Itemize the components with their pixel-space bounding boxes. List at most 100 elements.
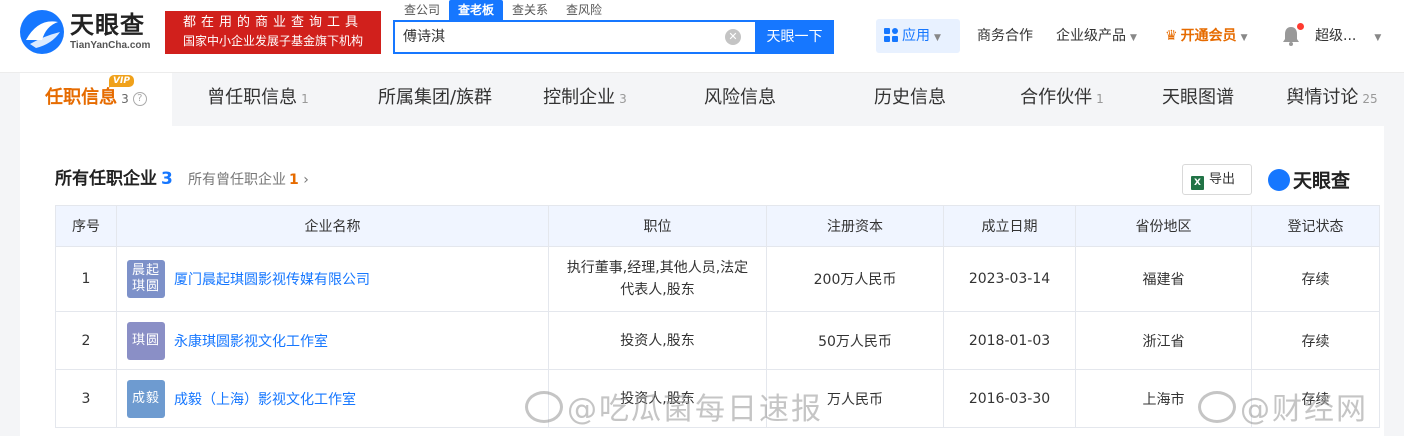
search-box: ✕	[393, 20, 755, 54]
cell-date: 2018-01-03	[943, 311, 1076, 370]
tab-count: 25	[1362, 92, 1378, 106]
col-header-index: 序号	[55, 205, 117, 247]
logo-domain: TianYanCha.com	[70, 40, 151, 51]
tab-current-positions[interactable]: 任职信息 3? VIP	[20, 73, 172, 126]
profile-tabs: 任职信息 3? VIP 曾任职信息 1 所属集团/族群 控制企业 3 风险信息 历史信…	[20, 73, 1384, 126]
chevron-down-icon: ▼	[1240, 33, 1248, 43]
slogan-line-1: 都在用的商业查询工具	[182, 15, 363, 30]
tab-graph[interactable]: 天眼图谱	[1146, 73, 1250, 126]
company-link[interactable]: 成毅（上海）影视文化工作室	[174, 389, 356, 409]
cell-region: 浙江省	[1075, 311, 1252, 370]
nav-vip-label: 开通会员	[1180, 28, 1237, 44]
section-count: 3	[161, 169, 173, 189]
cell-status: 存续	[1251, 311, 1380, 370]
tab-count: 1	[1096, 92, 1104, 106]
tab-label: 任职信息	[45, 87, 118, 108]
chevron-right-icon: ›	[298, 172, 309, 188]
tab-label: 天眼图谱	[1162, 87, 1234, 108]
cell-region: 上海市	[1075, 369, 1252, 428]
notification-dot	[1297, 23, 1304, 30]
nav-enterprise-products[interactable]: 企业级产品 ▼	[1056, 27, 1137, 47]
cell-index: 2	[55, 311, 117, 370]
top-header: 天眼查 TianYanCha.com 都在用的商业查询工具 国家中小企业发展子基…	[0, 0, 1404, 73]
col-header-company: 企业名称	[116, 205, 549, 247]
search-tab-relation[interactable]: 查关系	[503, 0, 557, 20]
apps-menu-button[interactable]: 应用 ▼	[876, 19, 960, 53]
chevron-down-icon: ▼	[1374, 33, 1382, 43]
cell-company: 琪圆 永康琪圆影视文化工作室	[116, 311, 549, 370]
user-name: 超级...	[1315, 28, 1357, 44]
tab-label: 曾任职信息	[207, 87, 298, 108]
col-header-region: 省份地区	[1075, 205, 1252, 247]
former-companies-link[interactable]: 所有曾任职企业 1 ›	[188, 171, 309, 189]
cell-capital: 万人民币	[766, 369, 944, 428]
search-input[interactable]	[403, 28, 703, 44]
table-row: 2 琪圆 永康琪圆影视文化工作室 投资人,股东 50万人民币 2018-01-03…	[55, 311, 1380, 370]
table-row: 3 成毅 成毅（上海）影视文化工作室 投资人,股东 万人民币 2016-03-30…	[55, 369, 1380, 428]
company-logo[interactable]: 琪圆	[127, 321, 165, 360]
export-label: 导出	[1209, 172, 1236, 187]
brand-watermark-logo: 天眼查	[1268, 166, 1350, 192]
search-tab-boss[interactable]: 查老板	[449, 0, 504, 20]
col-header-date: 成立日期	[943, 205, 1076, 247]
tab-former-positions[interactable]: 曾任职信息 1	[188, 73, 328, 126]
cell-capital: 50万人民币	[766, 311, 944, 370]
cell-position: 执行董事,经理,其他人员,法定代表人,股东	[548, 246, 767, 312]
cell-date: 2016-03-30	[943, 369, 1076, 428]
cell-company: 晨起琪圆 厦门晨起琪圆影视传媒有限公司	[116, 246, 549, 312]
sub-link-label: 所有曾任职企业	[188, 172, 286, 188]
clear-icon[interactable]: ✕	[725, 29, 741, 45]
tab-label: 控制企业	[543, 87, 616, 108]
cell-company: 成毅 成毅（上海）影视文化工作室	[116, 369, 549, 428]
tab-risk[interactable]: 风险信息	[688, 73, 792, 126]
nav-business[interactable]: 商务合作	[977, 27, 1033, 45]
company-logo[interactable]: 成毅	[127, 379, 165, 418]
tab-group[interactable]: 所属集团/族群	[360, 73, 510, 126]
search-tab-company[interactable]: 查公司	[395, 0, 449, 20]
table-header-row: 序号 企业名称 职位 注册资本 成立日期 省份地区 登记状态	[55, 205, 1380, 247]
search-button[interactable]: 天眼一下	[755, 20, 834, 54]
tab-partners[interactable]: 合作伙伴 1	[1012, 73, 1112, 126]
tab-sentiment[interactable]: 舆情讨论 25	[1280, 73, 1384, 126]
cell-index: 3	[55, 369, 117, 428]
tab-controlled-companies[interactable]: 控制企业 3	[530, 73, 640, 126]
tab-label: 所属集团/族群	[377, 87, 493, 108]
company-link[interactable]: 厦门晨起琪圆影视传媒有限公司	[174, 269, 370, 289]
tab-label: 合作伙伴	[1020, 87, 1093, 108]
tab-history[interactable]: 历史信息	[858, 73, 962, 126]
user-menu[interactable]: 超级... ▼	[1315, 27, 1381, 47]
company-link[interactable]: 永康琪圆影视文化工作室	[174, 331, 328, 351]
col-header-position: 职位	[548, 205, 767, 247]
crown-icon: ♛	[1165, 28, 1178, 44]
table-row: 1 晨起琪圆 厦门晨起琪圆影视传媒有限公司 执行董事,经理,其他人员,法定代表人,…	[55, 246, 1380, 312]
cell-status: 存续	[1251, 246, 1380, 312]
col-header-capital: 注册资本	[766, 205, 944, 247]
chevron-down-icon: ▼	[934, 33, 941, 43]
company-logo[interactable]: 晨起琪圆	[127, 260, 165, 298]
cell-region: 福建省	[1075, 246, 1252, 312]
slogan-banner: 都在用的商业查询工具 国家中小企业发展子基金旗下机构	[165, 11, 381, 54]
sub-link-count: 1	[289, 172, 299, 188]
eye-logo-icon	[20, 10, 64, 54]
tab-label: 历史信息	[874, 87, 946, 108]
eye-logo-icon	[1268, 169, 1290, 191]
help-icon[interactable]: ?	[132, 92, 147, 106]
cell-status: 存续	[1251, 369, 1380, 428]
cell-capital: 200万人民币	[766, 246, 944, 312]
apps-label: 应用	[902, 28, 930, 44]
cell-position: 投资人,股东	[548, 311, 767, 370]
nav-vip[interactable]: ♛ 开通会员 ▼	[1165, 27, 1247, 47]
section-title-text: 所有任职企业	[55, 169, 157, 189]
export-button[interactable]: X 导出	[1182, 164, 1252, 195]
vip-badge: VIP	[109, 75, 134, 87]
search-tab-risk[interactable]: 查风险	[557, 0, 611, 20]
tab-count: 3	[619, 92, 627, 106]
chevron-down-icon: ▼	[1130, 33, 1137, 43]
tab-count: 3	[121, 92, 129, 106]
col-header-status: 登记状态	[1251, 205, 1380, 247]
site-logo[interactable]: 天眼查 TianYanCha.com	[20, 10, 160, 54]
positions-card: 所有任职企业 3 所有曾任职企业 1 › X 导出 天眼查 序号 企业名称 职位 注册…	[20, 126, 1384, 436]
tab-label: 风险信息	[704, 87, 776, 108]
apps-grid-icon	[884, 28, 898, 42]
nav-enterprise-label: 企业级产品	[1056, 28, 1126, 44]
